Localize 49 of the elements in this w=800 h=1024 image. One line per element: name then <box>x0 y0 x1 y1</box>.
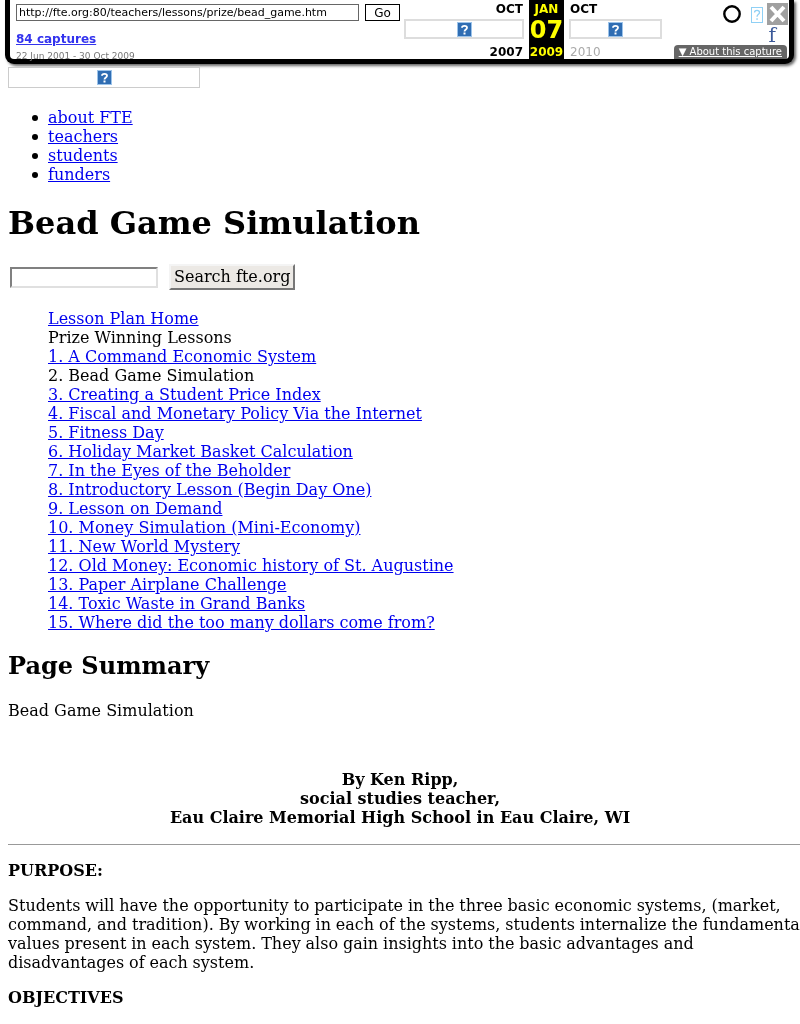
lesson-link[interactable]: Lesson Plan Home <box>48 309 199 328</box>
month-label: JAN <box>534 2 559 16</box>
summary-text: Bead Game Simulation <box>8 701 195 720</box>
lesson-link[interactable]: 11. New World Mystery <box>48 537 241 556</box>
captures-link[interactable]: 84 captures <box>16 32 97 46</box>
search-field[interactable] <box>10 266 158 288</box>
lesson-link[interactable]: 8. Introductory Lesson (Begin Day One) <box>48 480 372 499</box>
page-title: Bead Game Simulation <box>8 205 421 242</box>
section-heading: OBJECTIVES <box>8 988 125 1007</box>
section-text: Students will have the opportunity to participate in the three basic economic systems, (market, command, and tradition). By working in each of the systems, students internalize the fundamenta values present in each system. They also gain insights into the basic advantages and disadvantages of each system. <box>8 896 800 972</box>
year-link[interactable]: 2007 <box>489 45 523 59</box>
bullet-icon <box>32 114 38 121</box>
bullet-icon <box>32 133 38 140</box>
search-button[interactable]: Search fte.org <box>169 264 296 290</box>
year-label: 2009 <box>529 45 564 59</box>
day-label: 07 <box>529 18 564 42</box>
lesson-title: Prize Winning Lessons <box>48 328 232 347</box>
lesson-link[interactable]: 9. Lesson on Demand <box>48 499 223 518</box>
url-field[interactable]: http://fte.org:80/teachers/lessons/prize/bead_game.htm <box>16 4 359 21</box>
lesson-link[interactable]: 13. Paper Airplane Challenge <box>48 575 287 594</box>
nav-link[interactable]: students <box>48 146 118 165</box>
question-mark-icon <box>96 70 112 85</box>
lesson-link[interactable]: 12. Old Money: Economic history of St. Augustine <box>48 556 454 575</box>
share-link[interactable]: f <box>768 26 776 44</box>
lesson-link[interactable]: 14. Toxic Waste in Grand Banks <box>48 594 306 613</box>
nav-link[interactable]: funders <box>48 165 111 184</box>
section-heading: PURPOSE: <box>8 861 104 880</box>
circle-icon[interactable] <box>723 5 741 23</box>
lesson-link[interactable]: 7. In the Eyes of the Beholder <box>48 461 291 480</box>
lesson-link[interactable]: 3. Creating a Student Price Index <box>48 385 321 404</box>
lesson-link[interactable]: 6. Holiday Market Basket Calculation <box>48 442 353 461</box>
section-heading: Page Summary <box>8 652 211 680</box>
close-icon[interactable] <box>767 3 788 25</box>
bullet-icon <box>32 171 38 178</box>
month-link[interactable]: OCT <box>495 2 523 16</box>
lesson-link[interactable]: 4. Fiscal and Monetary Policy Via the Internet <box>48 404 422 423</box>
date-range: 22 Jun 2001 - 30 Oct 2009 <box>16 51 135 62</box>
nav-link[interactable]: about FTE <box>48 108 133 127</box>
go-button[interactable]: Go <box>365 4 400 21</box>
lesson-link[interactable]: 10. Money Simulation (Mini-Economy) <box>48 518 361 537</box>
bullet-icon <box>32 152 38 159</box>
nav-link[interactable]: teachers <box>48 127 119 146</box>
lesson-link[interactable]: 1. A Command Economic System <box>48 347 317 366</box>
year-link: 2010 <box>570 45 601 59</box>
lesson-title: 2. Bead Game Simulation <box>48 366 255 385</box>
author-byline: By Ken Ripp, social studies teacher, Eau Claire Memorial High School in Eau Claire, WI <box>168 770 632 827</box>
lesson-link[interactable]: 5. Fitness Day <box>48 423 164 442</box>
about-capture-button[interactable]: ▼ About this capture <box>673 45 787 59</box>
lesson-link[interactable]: 15. Where did the too many dollars come from? <box>48 613 435 632</box>
